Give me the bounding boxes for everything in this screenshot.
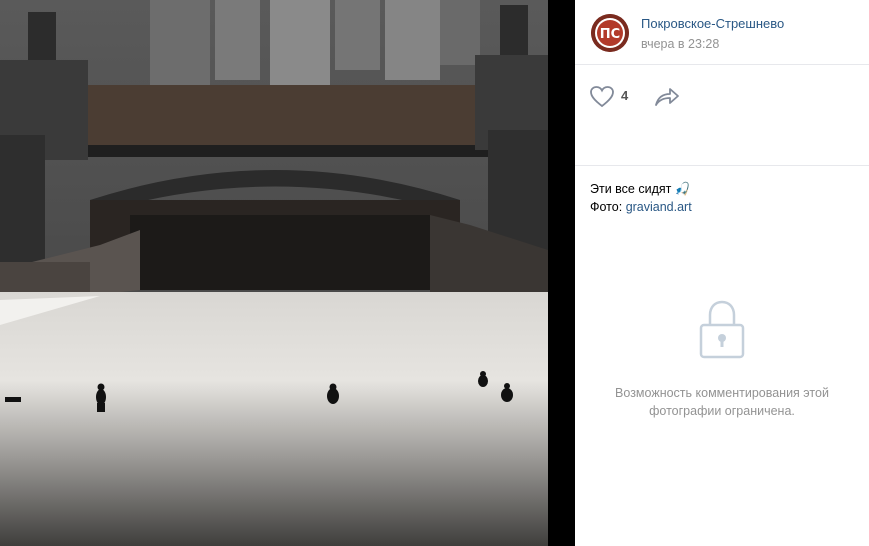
- like-button[interactable]: 4: [589, 85, 635, 109]
- like-count: 4: [621, 88, 629, 103]
- frozen-river-photo: [0, 0, 575, 546]
- community-logo: ПС: [591, 14, 629, 52]
- caption-text: Эти все сидят: [590, 182, 672, 196]
- author-avatar[interactable]: ПС: [591, 14, 629, 52]
- comments-locked-panel: Возможность комментирования этой фотогра…: [575, 300, 869, 420]
- share-arrow-icon: [655, 88, 679, 106]
- author-name-link[interactable]: Покровское-Стрешнево: [641, 16, 784, 31]
- caption-line: Эти все сидят 🎣: [590, 180, 692, 198]
- post-caption: Эти все сидят 🎣 Фото: graviand.art: [590, 180, 692, 216]
- post-actions: 4 Эти все сидят 🎣 Фото: graviand.art: [575, 65, 869, 214]
- author-header: ПС Покровское-Стрешнево вчера в 23:28: [575, 0, 869, 65]
- post-date[interactable]: вчера в 23:28: [641, 37, 719, 51]
- fishing-emoji: 🎣: [674, 182, 691, 196]
- heart-icon: [590, 86, 614, 108]
- comments-locked-message: Возможность комментирования этой фотогра…: [615, 386, 829, 418]
- lock-icon: [699, 300, 745, 359]
- photo-credit-label: Фото:: [590, 200, 623, 214]
- post-sidebar: ПС Покровское-Стрешнево вчера в 23:28 4 …: [575, 0, 869, 546]
- photo-credit: Фото: graviand.art: [590, 198, 692, 216]
- photo-credit-link[interactable]: graviand.art: [626, 200, 692, 214]
- svg-text:ПС: ПС: [600, 27, 620, 42]
- share-button[interactable]: [653, 85, 681, 109]
- photo-viewer[interactable]: [0, 0, 575, 546]
